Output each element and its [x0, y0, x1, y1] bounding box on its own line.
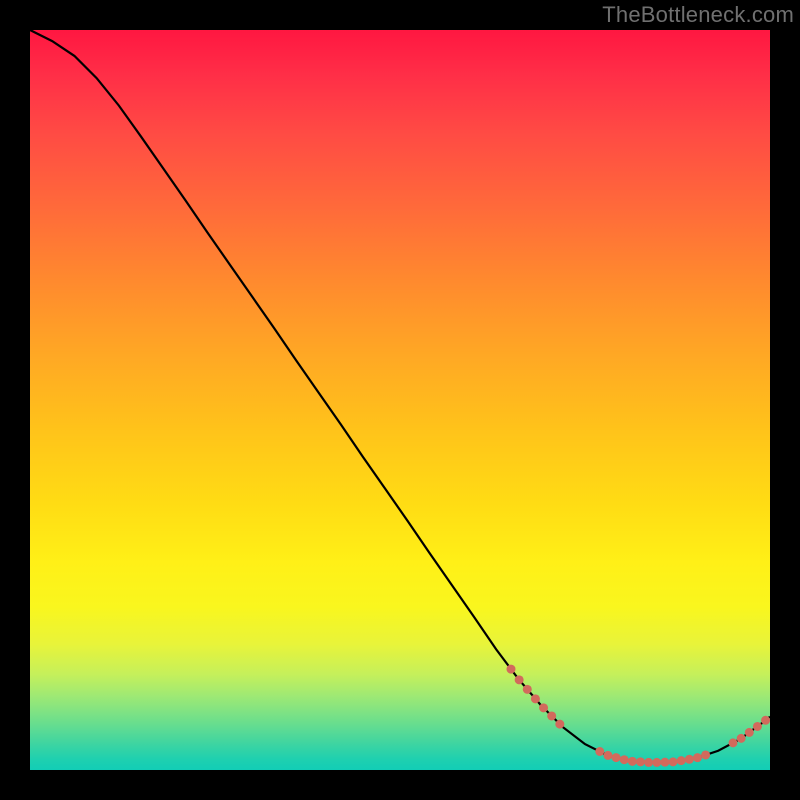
curve-marker-dot	[669, 757, 678, 766]
curve-marker-dot	[652, 758, 661, 767]
curve-markers	[507, 665, 771, 767]
curve-marker-dot	[729, 738, 738, 747]
curve-marker-dot	[636, 757, 645, 766]
curve-marker-dot	[701, 750, 710, 759]
curve-marker-dot	[677, 756, 686, 765]
curve-line	[30, 30, 770, 763]
curve-marker-dot	[693, 753, 702, 762]
curve-marker-dot	[753, 722, 762, 731]
watermark-text: TheBottleneck.com	[602, 2, 794, 28]
curve-marker-dot	[531, 694, 540, 703]
curve-marker-dot	[539, 703, 548, 712]
curve-marker-dot	[515, 675, 524, 684]
curve-marker-dot	[555, 720, 564, 729]
curve-marker-dot	[612, 753, 621, 762]
chart-frame: TheBottleneck.com	[0, 0, 800, 800]
curve-marker-dot	[547, 711, 556, 720]
curve-marker-dot	[660, 758, 669, 767]
curve-marker-dot	[628, 757, 637, 766]
curve-marker-dot	[685, 755, 694, 764]
curve-marker-dot	[595, 747, 604, 756]
curve-marker-dot	[761, 716, 770, 725]
curve-marker-dot	[507, 665, 516, 674]
plot-area	[30, 30, 770, 770]
curve-marker-dot	[644, 758, 653, 767]
plot-svg	[30, 30, 770, 770]
curve-marker-dot	[523, 685, 532, 694]
curve-marker-dot	[737, 734, 746, 743]
curve-marker-dot	[603, 751, 612, 760]
curve-marker-dot	[620, 755, 629, 764]
curve-marker-dot	[745, 728, 754, 737]
